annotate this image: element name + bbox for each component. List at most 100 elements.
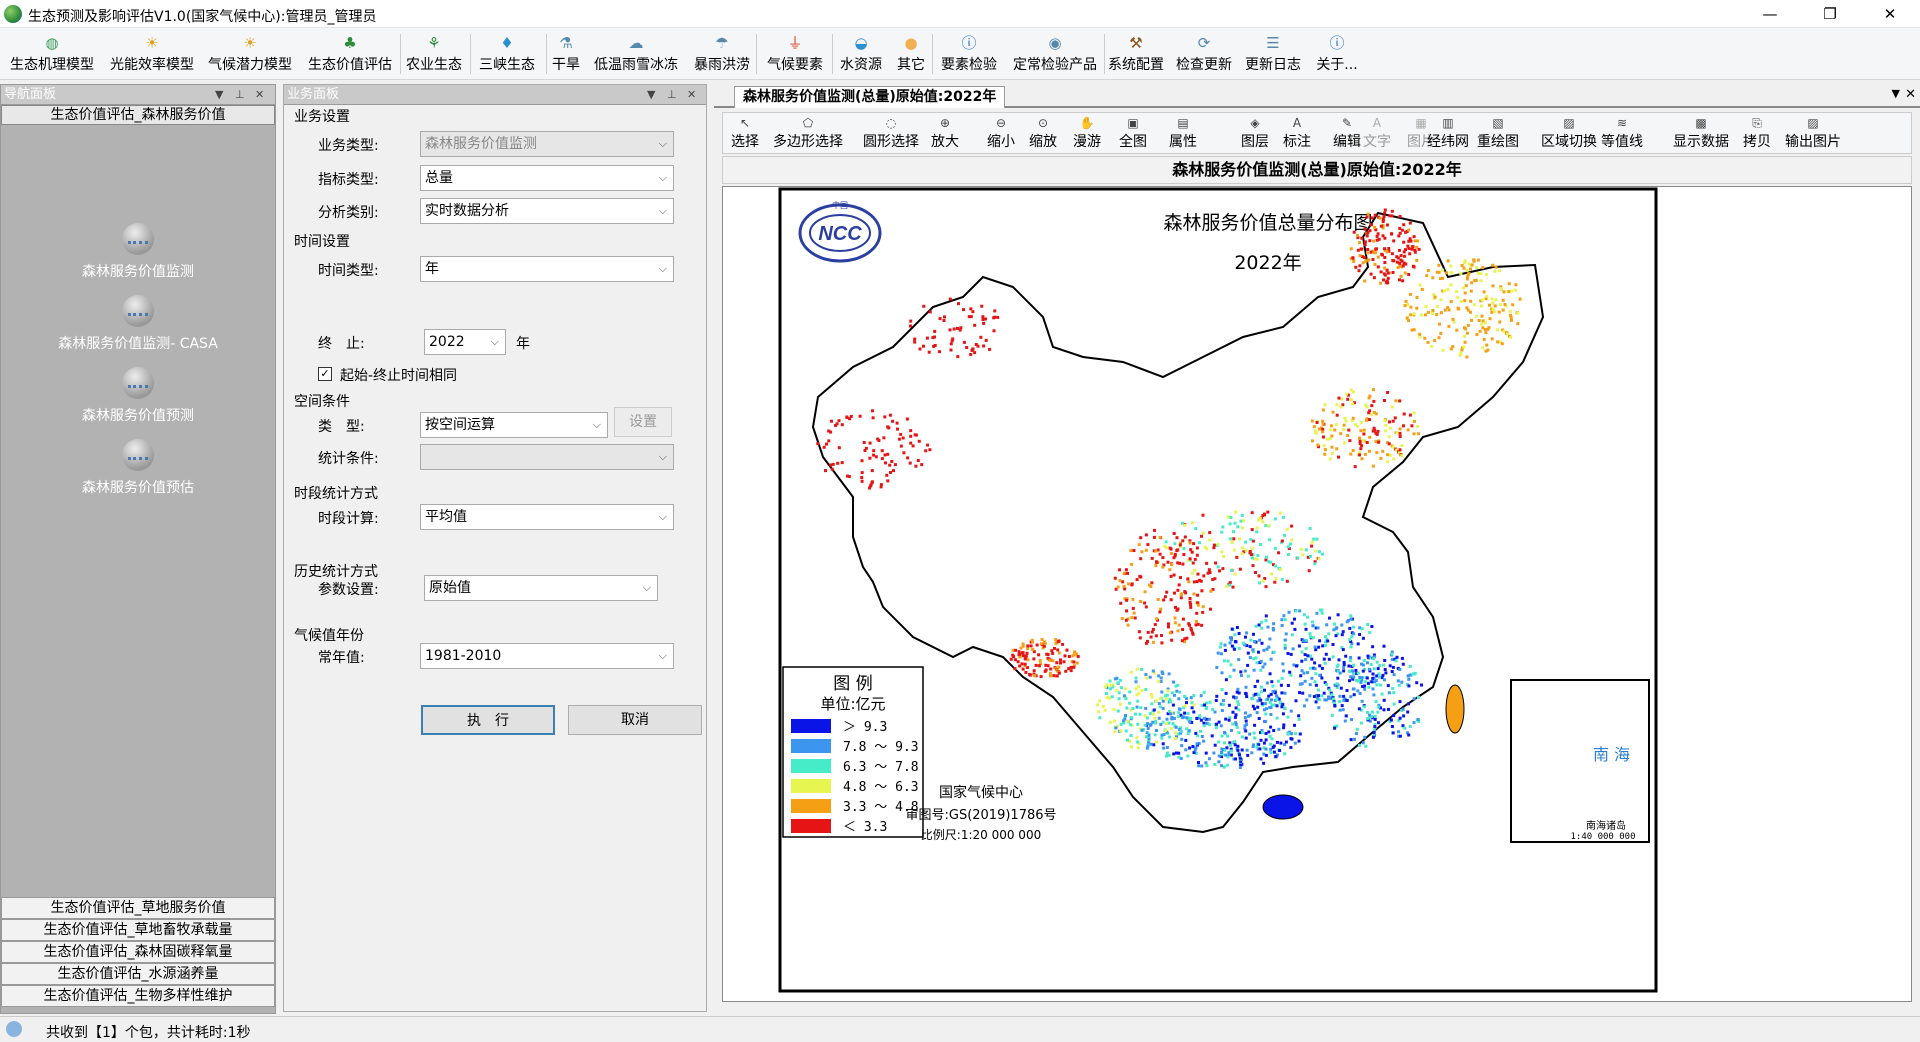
cloud-snow-icon: ☁ <box>628 34 644 52</box>
pin-icon[interactable]: ⊥ <box>667 85 677 105</box>
map-tool-12[interactable]: A 文字 <box>1363 115 1391 151</box>
toolbar-button-15[interactable]: ⟳ 检查更新 <box>1172 31 1236 77</box>
map-tool-6[interactable]: ✋ 漫游 <box>1073 115 1101 151</box>
map-tool-14[interactable]: ▥ 经纬网 <box>1427 115 1469 151</box>
toolbar-button-16[interactable]: ☰ 更新日志 <box>1242 31 1304 77</box>
close-button[interactable]: ✕ <box>1860 0 1920 28</box>
toolbar-separator <box>1104 34 1105 74</box>
map-canvas[interactable]: NCC 中国 森林服务价值总量分布图 2022年 图 例 单位:亿元 ＞ 9.3… <box>722 186 1912 1002</box>
toolbar-button-12[interactable]: ⓘ 要素检验 <box>936 31 1002 77</box>
toolbar-button-17[interactable]: ⓘ 关于... <box>1310 31 1364 77</box>
credit-org: 国家气候中心 <box>939 784 1023 801</box>
legend-swatch <box>791 779 831 793</box>
toolbar-button-label: 检查更新 <box>1176 57 1232 73</box>
toolbar-button-9[interactable]: ⏚ 气候要素 <box>760 31 830 77</box>
toolbar-button-3[interactable]: ♣ 生态价值评估 <box>302 31 398 77</box>
map-tool-16[interactable]: ▨ 区域切换 <box>1541 115 1597 151</box>
cloud-rain-icon <box>122 439 154 471</box>
text-icon: A <box>1372 116 1382 130</box>
map-tool-18[interactable]: ▩ 显示数据 <box>1673 115 1729 151</box>
map-tool-0[interactable]: ↖ 选择 <box>731 115 759 151</box>
nav-group-0[interactable]: 生态价值评估_草地服务价值 <box>1 897 275 919</box>
map-tab[interactable]: 森林服务价值监测(总量)原始值:2022年 <box>734 86 1006 108</box>
toolbar-button-label: 暴雨洪涝 <box>694 57 750 73</box>
toolbar-button-2[interactable]: ☀ 气候潜力模型 <box>202 31 298 77</box>
map-tool-label: 图层 <box>1241 134 1269 150</box>
nav-group-3[interactable]: 生态价值评估_水源涵养量 <box>1 963 275 985</box>
index-type-select[interactable]: 总量 ⌵ <box>420 165 674 191</box>
map-tool-5[interactable]: ⊙ 缩放 <box>1029 115 1057 151</box>
map-tool-19[interactable]: ⎘ 拷贝 <box>1743 115 1771 151</box>
taiwan-island <box>1445 684 1465 734</box>
pin-icon[interactable]: ⊥ <box>235 85 245 105</box>
toolbar-button-14[interactable]: ⚒ 系统配置 <box>1106 31 1166 77</box>
map-tool-3[interactable]: ⊕ 放大 <box>931 115 959 151</box>
close-icon[interactable]: ✕ <box>687 85 696 105</box>
map-tool-15[interactable]: ▧ 重绘图 <box>1477 115 1519 151</box>
time-type-select[interactable]: 年 ⌵ <box>420 256 674 282</box>
zoom-out-icon: ⊖ <box>995 116 1007 130</box>
map-tool-9[interactable]: ◈ 图层 <box>1241 115 1269 151</box>
toolbar-button-1[interactable]: ☀ 光能效率模型 <box>104 31 200 77</box>
nav-item-3[interactable]: 森林服务价值预估 <box>1 439 275 497</box>
toolbar-button-0[interactable]: ◍ 生态机理模型 <box>4 31 100 77</box>
toolbar-button-label: 要素检验 <box>941 57 997 73</box>
toolbar-button-5[interactable]: ♦ 三峡生态 <box>472 31 542 77</box>
dropdown-icon[interactable]: ▼ <box>215 85 223 105</box>
map-tool-20[interactable]: ▨ 输出图片 <box>1785 115 1841 151</box>
nav-item-2[interactable]: 森林服务价值预测 <box>1 367 275 425</box>
toolbar-button-7[interactable]: ☁ 低温雨雪冰冻 <box>590 31 682 77</box>
info-icon: ⓘ <box>961 34 977 52</box>
close-icon[interactable]: ✕ <box>255 85 264 105</box>
analysis-type-select[interactable]: 实时数据分析 ⌵ <box>420 198 674 224</box>
dropdown-icon[interactable]: ▼ <box>1892 87 1900 100</box>
execute-button[interactable]: 执 行 <box>421 705 555 735</box>
toolbar-button-11[interactable]: ● 其它 <box>892 31 930 77</box>
nav-group-2[interactable]: 生态价值评估_森林固碳释氧量 <box>1 941 275 963</box>
toolbar-button-label: 气候潜力模型 <box>208 57 292 73</box>
nav-group-4[interactable]: 生态价值评估_生物多样性维护 <box>1 985 275 1007</box>
map-tool-2[interactable]: ◌ 圆形选择 <box>863 115 919 151</box>
dropdown-icon[interactable]: ▼ <box>647 85 655 105</box>
space-type-value: 按空间运算 <box>425 417 495 433</box>
minimize-button[interactable]: — <box>1740 0 1800 28</box>
map-tool-17[interactable]: ≋ 等值线 <box>1601 115 1643 151</box>
toolbar-button-13[interactable]: ◉ 定常检验产品 <box>1008 31 1102 77</box>
map-tool-label: 多边形选择 <box>773 134 843 150</box>
map-tool-1[interactable]: ⬠ 多边形选择 <box>773 115 843 151</box>
toolbar-button-8[interactable]: ☂ 暴雨洪涝 <box>688 31 756 77</box>
legend-swatch <box>791 759 831 773</box>
cloud-rain-icon <box>122 367 154 399</box>
credit-review-no: 审图号:GS(2019)1786号 <box>905 808 1056 823</box>
end-year-select[interactable]: 2022 ⌵ <box>424 329 506 355</box>
map-tool-11[interactable]: ✎ 编辑 <box>1333 115 1361 151</box>
map-tool-8[interactable]: ▤ 属性 <box>1169 115 1197 151</box>
map-tool-label: 文字 <box>1363 134 1391 150</box>
map-tool-10[interactable]: A 标注 <box>1283 115 1311 151</box>
circle-icon: ● <box>904 34 918 52</box>
nav-item-1[interactable]: 森林服务价值监测- CASA <box>1 295 275 353</box>
nav-group-forest-service[interactable]: 生态价值评估_森林服务价值 <box>1 105 275 125</box>
toolbar-button-label: 干旱 <box>552 57 580 73</box>
maximize-button[interactable]: ❐ <box>1800 0 1860 28</box>
map-tool-4[interactable]: ⊖ 缩小 <box>987 115 1015 151</box>
nav-group-1[interactable]: 生态价值评估_草地畜牧承载量 <box>1 919 275 941</box>
cancel-button[interactable]: 取消 <box>568 705 702 735</box>
map-tool-label: 缩小 <box>987 134 1015 150</box>
analysis-type-value: 实时数据分析 <box>425 203 509 219</box>
same-time-checkbox[interactable]: ✓ <box>318 367 332 381</box>
period-calc-select[interactable]: 平均值 ⌵ <box>420 504 674 530</box>
update-icon: ⟳ <box>1197 34 1211 52</box>
map-tool-label: 漫游 <box>1073 134 1101 150</box>
close-icon[interactable]: ✕ <box>1905 87 1916 102</box>
toolbar-button-10[interactable]: ◒ 水资源 <box>836 31 886 77</box>
space-type-select[interactable]: 按空间运算 ⌵ <box>420 412 608 438</box>
map-tool-7[interactable]: ▣ 全图 <box>1119 115 1147 151</box>
toolbar-button-6[interactable]: ⚗ 干旱 <box>548 31 584 77</box>
toolbar-button-4[interactable]: ⚘ 农业生态 <box>402 31 466 77</box>
map-tool-label: 等值线 <box>1601 134 1643 150</box>
param-select[interactable]: 原始值 ⌵ <box>424 575 658 601</box>
section-time: 时间设置 <box>294 234 350 250</box>
nav-item-0[interactable]: 森林服务价值监测 <box>1 223 275 281</box>
normal-select[interactable]: 1981-2010 ⌵ <box>420 643 674 669</box>
